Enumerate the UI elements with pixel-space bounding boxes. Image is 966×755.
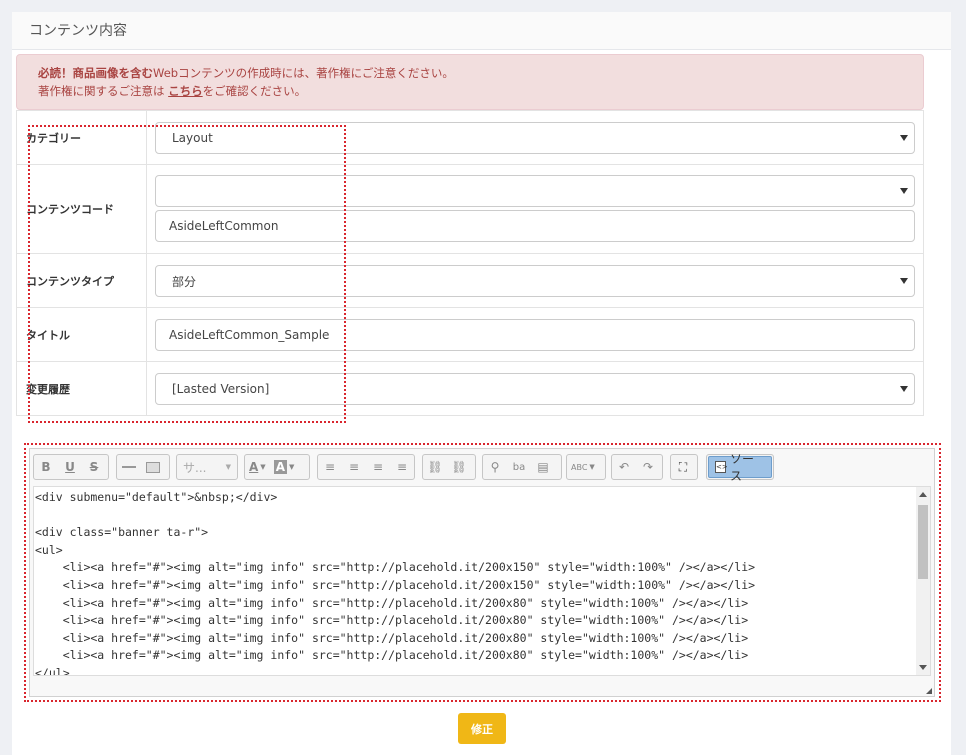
scrollbar-thumb[interactable] [918, 505, 928, 579]
content-form: カテゴリー Layout コンテンツコード AsideLeftCommon コン… [16, 110, 924, 416]
toolbar-group-colors: A ▼ A ▼ [244, 454, 310, 480]
spellcheck-label: ABC [571, 462, 588, 472]
text-color-button[interactable]: A ▼ [245, 455, 270, 479]
category-select[interactable]: Layout [155, 122, 915, 154]
content-type-label: コンテンツタイプ [17, 254, 147, 307]
toolbar-group-find: ⚲ ba ▤ [482, 454, 562, 480]
underline-button[interactable]: U [58, 455, 82, 479]
alert-bold-text: 必読！商品画像を含む [38, 66, 153, 80]
replace-icon[interactable]: ba [507, 455, 531, 479]
spellcheck-icon: ABC ▼ [571, 462, 595, 472]
link-icon[interactable]: ⛓ [423, 455, 447, 479]
history-select[interactable]: [Lasted Version] [155, 373, 915, 405]
hr-icon [122, 466, 136, 468]
category-label: カテゴリー [17, 111, 147, 164]
content-code-input-value: AsideLeftCommon [169, 219, 279, 233]
submit-button[interactable]: 修正 [458, 713, 506, 744]
chevron-down-icon [900, 188, 908, 194]
strike-button[interactable]: S [82, 455, 106, 479]
content-type-select[interactable]: 部分 [155, 265, 915, 297]
vertical-scrollbar[interactable] [916, 487, 930, 675]
chevron-down-icon [900, 278, 908, 284]
source-code-area[interactable]: <div submenu="default">&nbsp;</div> <div… [33, 486, 931, 676]
format-dropdown-value: サ... [183, 460, 207, 475]
copyright-alert: 必読！商品画像を含むWebコンテンツの作成時には、著作権にご注意ください。 著作… [16, 54, 924, 110]
align-right-icon[interactable]: ≡ [366, 455, 390, 479]
maximize-button[interactable]: ⛶ [670, 454, 698, 480]
row-history: 変更履歴 [Lasted Version] [17, 362, 923, 416]
align-justify-icon[interactable]: ≡ [390, 455, 414, 479]
alert-line-1: 必読！商品画像を含むWebコンテンツの作成時には、著作権にご注意ください。 [38, 64, 902, 82]
toolbar-group-align: ≡ ≡ ≡ ≡ [317, 454, 415, 480]
alert-text-3: をご確認ください。 [202, 84, 307, 98]
title-input[interactable]: AsideLeftCommon_Sample [155, 319, 915, 351]
chevron-down-icon: ▼ [225, 463, 231, 471]
history-value: [Lasted Version] [172, 382, 270, 396]
content-code-input[interactable]: AsideLeftCommon [155, 210, 915, 242]
text-color-icon: A [249, 460, 259, 474]
category-value: Layout [172, 131, 213, 145]
toolbar-group-basic: B U S [33, 454, 109, 480]
chevron-down-icon [900, 386, 908, 392]
row-title: タイトル AsideLeftCommon_Sample [17, 308, 923, 362]
bg-color-button[interactable]: A ▼ [270, 455, 299, 479]
rich-text-editor: B U S サ... ▼ A ▼ A ▼ ≡ ≡ ≡ ≡ ⛓ ⛓ ⚲ ba ▤ … [29, 448, 935, 697]
row-content-type: コンテンツタイプ 部分 [17, 254, 923, 308]
search-icon[interactable]: ⚲ [483, 455, 507, 479]
history-label: 変更履歴 [17, 362, 147, 416]
redo-icon[interactable]: ↷ [636, 455, 660, 479]
align-left-icon[interactable]: ≡ [318, 455, 342, 479]
align-center-icon[interactable]: ≡ [342, 455, 366, 479]
scroll-down-icon[interactable] [919, 665, 927, 670]
undo-icon[interactable]: ↶ [612, 455, 636, 479]
content-code-label: コンテンツコード [17, 165, 147, 253]
toolbar-group-link: ⛓ ⛓ [422, 454, 476, 480]
spellcheck-button[interactable]: ABC ▼ [566, 454, 606, 480]
source-toolbar-group: <> ソース [706, 452, 774, 483]
alert-link[interactable]: こちら [168, 84, 203, 98]
image-icon [146, 461, 160, 473]
alert-text: Webコンテンツの作成時には、著作権にご注意ください。 [153, 66, 454, 80]
unlink-icon[interactable]: ⛓ [447, 455, 471, 479]
bg-color-icon: A [273, 460, 287, 474]
source-code-text[interactable]: <div submenu="default">&nbsp;</div> <div… [35, 487, 914, 675]
source-label: ソース [730, 452, 755, 483]
card-title: コンテンツ内容 [12, 12, 951, 50]
scroll-up-icon[interactable] [919, 492, 927, 497]
source-icon: <> [715, 461, 728, 473]
maximize-icon: ⛶ [678, 459, 688, 474]
content-code-select[interactable] [155, 175, 915, 207]
content-type-value: 部分 [172, 274, 197, 289]
select-all-icon[interactable]: ▤ [531, 455, 555, 479]
horizontal-rule-button[interactable] [117, 455, 141, 479]
source-button[interactable]: <> ソース [708, 452, 772, 483]
row-content-code: コンテンツコード AsideLeftCommon [17, 165, 923, 254]
row-category: カテゴリー Layout [17, 111, 923, 165]
editor-toolbar: B U S サ... ▼ A ▼ A ▼ ≡ ≡ ≡ ≡ ⛓ ⛓ ⚲ ba ▤ … [30, 449, 934, 485]
toolbar-group-history: ↶ ↷ [611, 454, 663, 480]
bold-button[interactable]: B [34, 455, 58, 479]
title-label: タイトル [17, 308, 147, 361]
chevron-down-icon [900, 135, 908, 141]
resize-handle-icon[interactable] [926, 688, 932, 694]
title-value: AsideLeftCommon_Sample [169, 328, 330, 342]
alert-text-2: 著作権に関するご注意は [38, 84, 169, 98]
image-button[interactable] [141, 455, 165, 479]
toolbar-group-insert [116, 454, 170, 480]
format-dropdown[interactable]: サ... ▼ [176, 454, 238, 480]
alert-line-2: 著作権に関するご注意は こちらをご確認ください。 [38, 82, 902, 100]
